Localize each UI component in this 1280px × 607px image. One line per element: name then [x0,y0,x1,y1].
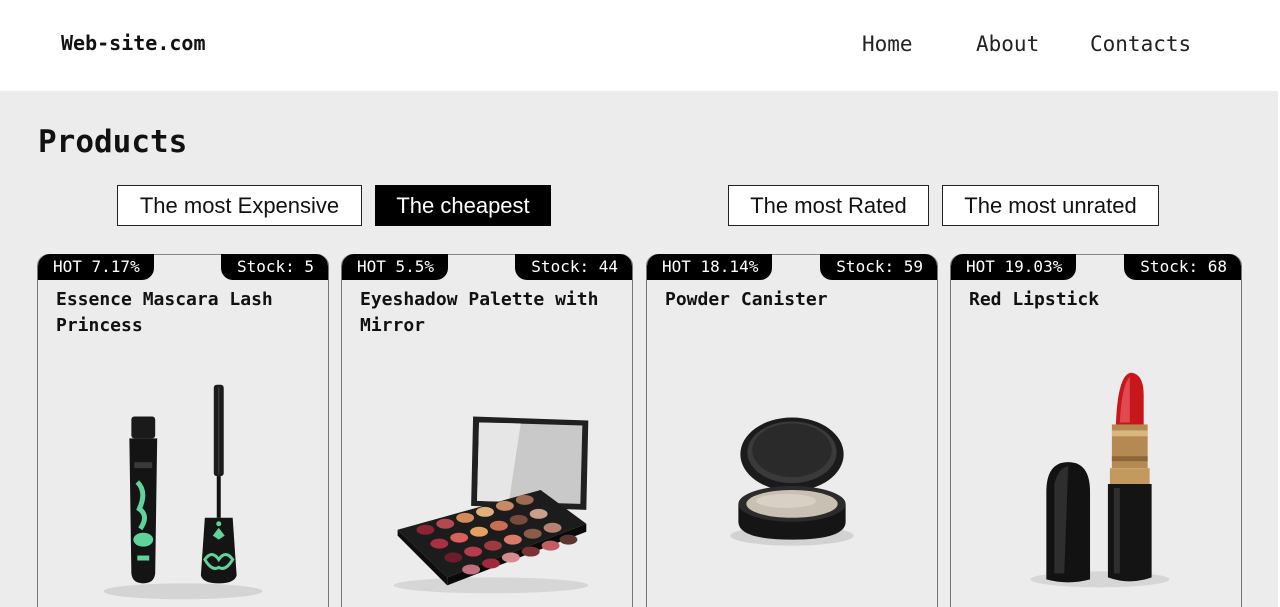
filter-most-rated-button[interactable]: The most Rated [728,185,929,226]
hot-badge: HOT 5.5% [342,254,449,280]
mascara-image[interactable] [38,364,328,607]
filter-most-unrated-button[interactable]: The most unrated [942,185,1159,226]
product-card[interactable]: HOT 19.03% Stock: 68 Red Lipstick [950,254,1242,607]
page-title: Products [38,124,188,160]
site-header: Web-site.com Home About Contacts [0,0,1278,91]
eyeshadow-palette-illustration [393,416,589,594]
eyeshadow-palette-image[interactable] [342,364,632,607]
powder-canister-image[interactable] [647,364,937,607]
product-name[interactable]: Powder Canister [665,287,925,313]
red-lipstick-image[interactable] [951,364,1241,607]
product-card[interactable]: HOT 7.17% Stock: 5 Essence Mascara Lash … [37,254,329,607]
mascara-illustration [103,384,263,600]
stock-badge: Stock: 68 [1124,254,1241,280]
nav-contacts-link[interactable]: Contacts [1090,32,1191,56]
hot-badge: HOT 19.03% [951,254,1077,280]
stock-badge: Stock: 59 [820,254,937,280]
filter-most-expensive-button[interactable]: The most Expensive [117,185,362,226]
product-name[interactable]: Essence Mascara Lash Princess [56,287,316,339]
stock-badge: Stock: 5 [220,254,328,280]
product-card[interactable]: HOT 5.5% Stock: 44 Eyeshadow Palette wit… [341,254,633,607]
red-lipstick-illustration [1030,372,1170,588]
product-card[interactable]: HOT 18.14% Stock: 59 Powder Canister [646,254,938,607]
hot-badge: HOT 18.14% [647,254,773,280]
powder-canister-illustration [730,417,854,546]
filter-cheapest-button[interactable]: The cheapest [375,185,551,226]
stock-badge: Stock: 44 [515,254,632,280]
site-logo[interactable]: Web-site.com [61,31,206,55]
nav-about-link[interactable]: About [976,32,1039,56]
hot-badge: HOT 7.17% [38,254,154,280]
product-name[interactable]: Red Lipstick [969,287,1229,313]
product-name[interactable]: Eyeshadow Palette with Mirror [360,287,620,339]
nav-home-link[interactable]: Home [862,32,913,56]
